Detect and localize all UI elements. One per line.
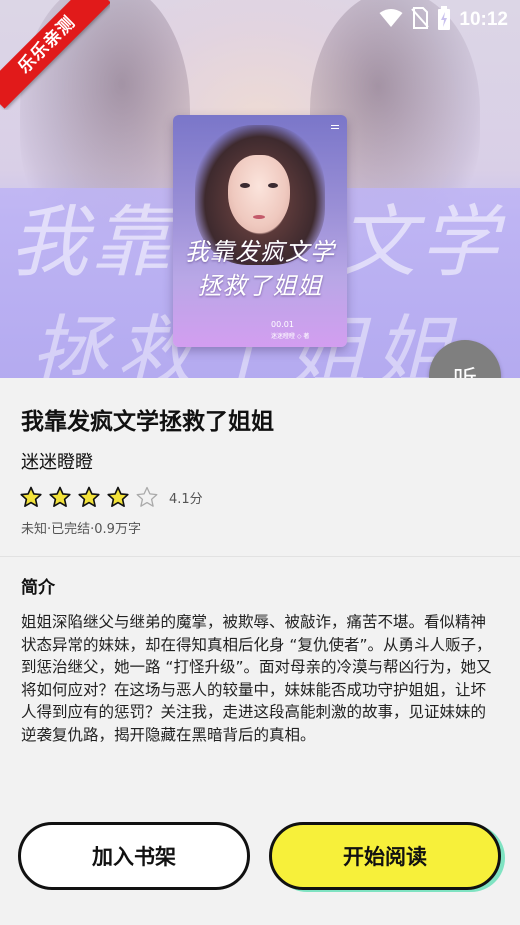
start-reading-button[interactable]: 开始阅读 xyxy=(269,822,501,890)
book-title: 我靠发疯文学拯救了姐姐 xyxy=(21,409,274,435)
star-filled-icon xyxy=(107,486,129,508)
add-to-shelf-button[interactable]: 加入书架 xyxy=(18,822,250,890)
no-sim-icon xyxy=(411,7,430,33)
synopsis-text: 姐姐深陷继父与继弟的魔掌，被欺辱、被敲诈，痛苦不堪。看似精神状态异常的妹妹，却在… xyxy=(21,613,492,744)
rating-score: 4.1分 xyxy=(169,492,203,507)
cover-title-line: 拯救了姐姐 xyxy=(197,272,323,300)
cover-menu-icon xyxy=(331,125,339,129)
corner-ribbon: 乐乐亲测 xyxy=(0,0,110,110)
cover-illustration-lips xyxy=(253,215,265,219)
star-filled-icon xyxy=(49,486,71,508)
synopsis-section: 简介 姐姐深陷继父与继弟的魔掌，被欺辱、被敲诈，痛苦不堪。看似精神状态异常的妹妹… xyxy=(0,557,520,817)
rating-stars xyxy=(20,486,158,508)
cover-number: 00.01 xyxy=(271,320,294,329)
star-empty-icon xyxy=(136,486,158,507)
ribbon-label: 乐乐亲测 xyxy=(0,0,110,109)
star-filled-icon xyxy=(20,486,42,508)
book-meta: 未知·已完结·0.9万字 xyxy=(21,522,141,537)
synopsis-heading: 简介 xyxy=(21,578,55,598)
cover-title: 我靠发疯文学 拯救了姐姐 xyxy=(177,235,343,303)
cover-illustration-eye xyxy=(268,183,278,188)
battery-charging-icon xyxy=(437,6,451,34)
wifi-icon xyxy=(379,8,403,32)
cover-subtitle: 迷迷瞪瞪 ◇ 著 xyxy=(271,333,310,340)
book-cover[interactable]: 我靠发疯文学 拯救了姐姐 00.01 迷迷瞪瞪 ◇ 著 xyxy=(173,115,347,347)
book-info: 我靠发疯文学拯救了姐姐 迷迷瞪瞪 4.1分 未知·已完结·0.9万字 xyxy=(0,378,520,556)
cover-illustration-eye xyxy=(240,183,250,188)
book-author[interactable]: 迷迷瞪瞪 xyxy=(21,448,93,474)
star-filled-icon xyxy=(78,486,100,508)
status-time: 10:12 xyxy=(459,9,508,30)
cover-title-line: 我靠发疯文学 xyxy=(185,238,335,266)
cover-illustration-face xyxy=(228,155,290,233)
